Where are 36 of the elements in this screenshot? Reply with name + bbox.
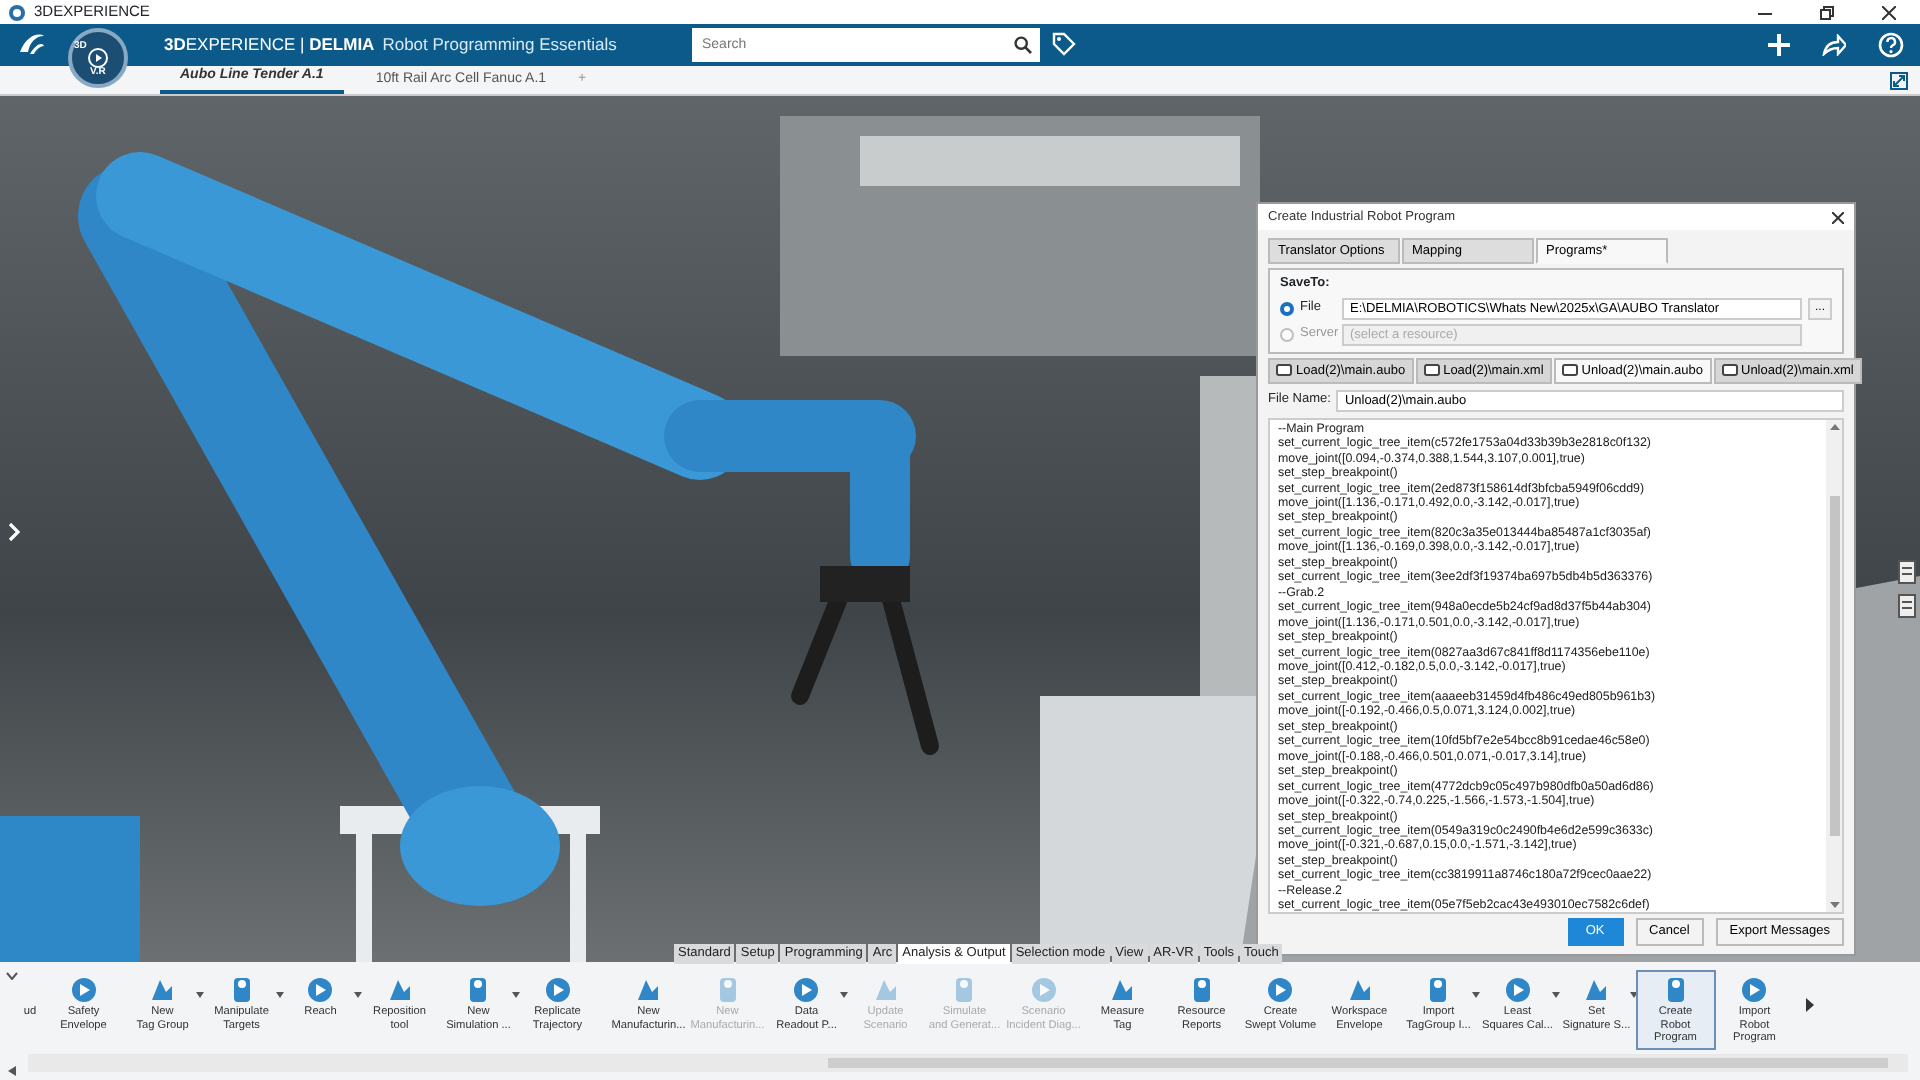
file-icon xyxy=(1276,364,1292,377)
chevron-right-icon[interactable] xyxy=(8,522,20,542)
radio-button[interactable] xyxy=(1280,301,1294,316)
scroll-left-icon[interactable] xyxy=(8,1066,16,1076)
tool-icon xyxy=(1027,974,1060,1006)
tool-icon xyxy=(790,974,823,1006)
panel-icon[interactable] xyxy=(1898,560,1916,584)
brand-logo-icon xyxy=(18,32,46,56)
file-icon xyxy=(1423,364,1440,377)
horizontal-scrollbar[interactable] xyxy=(28,1054,1908,1072)
tool-icon xyxy=(304,974,337,1006)
restore-icon[interactable] xyxy=(1820,5,1834,19)
tag-icon[interactable] xyxy=(1052,32,1076,56)
tool-icon xyxy=(1501,974,1534,1006)
panel-icon[interactable] xyxy=(1898,594,1916,618)
expand-icon[interactable] xyxy=(1890,72,1908,90)
tool-icon xyxy=(67,974,100,1006)
play-icon xyxy=(88,48,108,68)
share-icon[interactable] xyxy=(1822,34,1846,56)
scrollbar[interactable] xyxy=(1826,419,1842,912)
plus-icon[interactable] xyxy=(1768,34,1790,56)
search-icon[interactable] xyxy=(1014,36,1032,54)
chevron-right-icon[interactable] xyxy=(1806,998,1814,1012)
file-icon xyxy=(1561,364,1578,377)
brand-name: 3DEXPERIENCE | DELMIA xyxy=(164,32,375,58)
file-icon xyxy=(1721,364,1737,377)
tool-icon xyxy=(541,974,574,1006)
app-name: Robot Programming Essentials xyxy=(382,32,617,58)
tool-icon xyxy=(1264,974,1297,1006)
close-icon[interactable] xyxy=(1832,211,1844,223)
tool-icon xyxy=(1738,974,1771,1006)
close-icon[interactable] xyxy=(1882,5,1896,19)
scroll-down-icon[interactable] xyxy=(1829,901,1839,908)
help-icon[interactable] xyxy=(1878,32,1904,58)
scroll-up-icon[interactable] xyxy=(1829,423,1839,430)
chevron-down-icon[interactable] xyxy=(6,972,18,980)
